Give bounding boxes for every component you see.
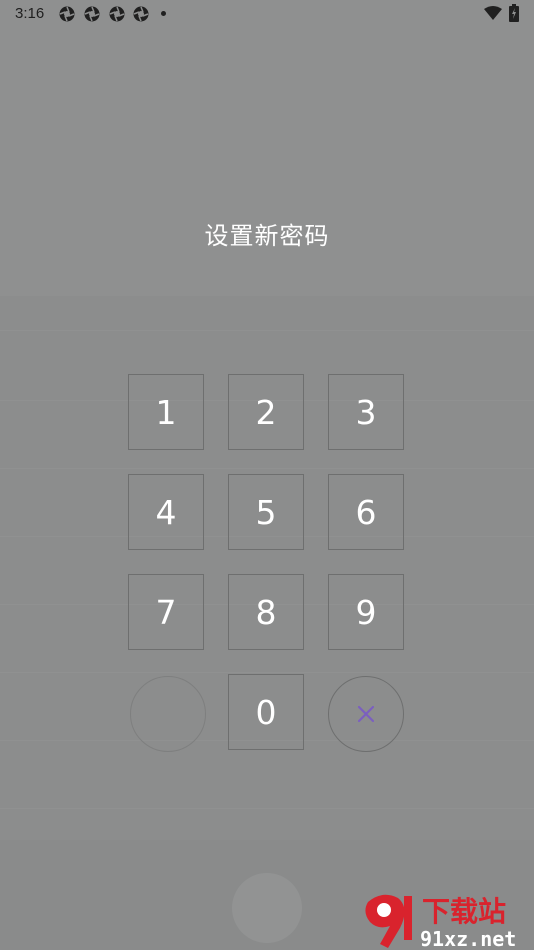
app-notification-icon <box>84 6 100 22</box>
keypad-key-8[interactable]: 8 <box>228 574 304 650</box>
background-divider <box>0 330 534 331</box>
watermark-logo <box>365 894 412 948</box>
background-fab <box>232 873 302 943</box>
wifi-icon <box>484 6 502 20</box>
keypad-key-5[interactable]: 5 <box>228 474 304 550</box>
watermark-brand: 下载站 <box>422 895 506 928</box>
site-watermark: 下载站 91xz.net <box>365 894 516 950</box>
battery-charging-icon <box>509 4 519 22</box>
keypad-empty-slot <box>130 676 206 752</box>
keypad-key-7[interactable]: 7 <box>128 574 204 650</box>
status-time: 3:16 <box>15 5 45 22</box>
keypad-key-9[interactable]: 9 <box>328 574 404 650</box>
keypad-delete-button[interactable] <box>328 676 404 752</box>
background-divider <box>0 672 534 673</box>
app-notification-icon <box>59 6 75 22</box>
dialog-title: 设置新密码 <box>204 222 330 250</box>
app-notification-icon <box>133 6 149 22</box>
keypad-key-6[interactable]: 6 <box>328 474 404 550</box>
keypad-key-3[interactable]: 3 <box>328 374 404 450</box>
status-bar: 3:16 <box>0 0 534 28</box>
keypad-key-0[interactable]: 0 <box>228 674 304 750</box>
keypad-key-2[interactable]: 2 <box>228 374 304 450</box>
keypad-key-1[interactable]: 1 <box>128 374 204 450</box>
background-header <box>0 0 534 296</box>
close-icon <box>357 705 375 723</box>
app-notification-icon <box>109 6 125 22</box>
watermark-url: 91xz.net <box>420 927 516 950</box>
keypad-key-4[interactable]: 4 <box>128 474 204 550</box>
background-divider <box>0 808 534 809</box>
more-notifications-dot <box>161 11 166 16</box>
background-divider <box>0 468 534 469</box>
